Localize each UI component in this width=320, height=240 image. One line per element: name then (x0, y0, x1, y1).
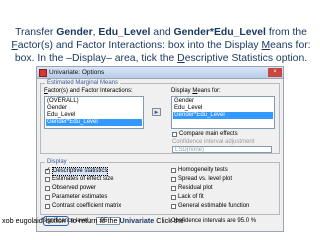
spss-app-icon (39, 68, 47, 77)
checkbox-box[interactable] (171, 177, 176, 182)
descriptive-statistics-checkbox[interactable]: Descriptive statistics (45, 167, 109, 176)
display-group-label: Display (45, 158, 69, 166)
factors-list[interactable]: (OVERALL) Gender Edu_Level Gender*Edu_Le… (44, 96, 144, 129)
homogeneity-tests-checkbox[interactable]: Homogeneity tests (171, 167, 228, 174)
parameter-estimates-checkbox[interactable]: Parameter estimates (45, 194, 107, 201)
checkbox-box[interactable] (171, 195, 176, 200)
gender-term: Gender (56, 27, 93, 38)
confidence-adjustment-label: Confidence interval adjustment (172, 139, 255, 145)
caption-text: xob eugolaid button to return to the Univ… (2, 216, 184, 226)
residual-plot-checkbox[interactable]: Residual plot (171, 185, 213, 192)
factors-label: Factor(s) and Factor Interactions: (44, 88, 133, 94)
move-right-arrow-button[interactable]: ► (152, 108, 161, 116)
lack-of-fit-checkbox[interactable]: Lack of fit (171, 194, 204, 201)
close-button[interactable]: × (268, 68, 282, 77)
dialog-titlebar: Univariate: Options × (37, 67, 283, 79)
spread-level-plot-checkbox[interactable]: Spread vs. level plot (171, 176, 232, 183)
estimated-marginal-means-group: Estimated Marginal Means Factor(s) and F… (40, 79, 280, 154)
display-means-item[interactable]: Edu_Level (173, 105, 273, 112)
estimated-marginal-means-label: Estimated Marginal Means (45, 79, 121, 87)
checkbox-box[interactable] (172, 132, 177, 137)
checkbox-box[interactable] (45, 186, 50, 191)
instruction-text: Transfer Gender, Edu_Level and Gender*Ed… (11, 27, 311, 64)
edu-level-term: Edu_Level (98, 27, 151, 38)
checkbox-box[interactable] (45, 204, 50, 209)
univariate-options-dialog: Univariate: Options × Estimated Marginal… (36, 66, 284, 232)
checkbox-box[interactable] (45, 177, 50, 182)
factor-item[interactable]: Edu_Level (46, 112, 142, 119)
checkbox-box[interactable] (171, 204, 176, 209)
checkbox-box[interactable] (45, 195, 50, 200)
observed-power-checkbox[interactable]: Observed power (45, 185, 96, 192)
contrast-coefficient-checkbox[interactable]: Contrast coefficient matrix (45, 203, 121, 210)
interaction-term: Gender*Edu_Level (173, 27, 266, 38)
display-means-item-selected[interactable]: Gender*Edu_Level (173, 112, 273, 119)
univariate-term: Univariate (119, 216, 155, 225)
continue-button-callout[interactable]: button (42, 216, 69, 226)
general-estimable-function-checkbox[interactable]: General estimable function (171, 203, 249, 210)
checkbox-box[interactable] (171, 168, 176, 173)
confidence-adjustment-select[interactable]: LSD(none) (172, 146, 272, 153)
checkbox-box[interactable] (171, 186, 176, 191)
display-means-item[interactable]: Gender (173, 98, 273, 105)
factor-item[interactable]: (OVERALL) (46, 98, 142, 105)
factor-item[interactable]: Gender (46, 105, 142, 112)
compare-main-effects-checkbox[interactable]: Compare main effects (172, 131, 238, 138)
effect-size-checkbox[interactable]: Estimates of effect size (45, 176, 114, 183)
display-means-label: Display Means for: (171, 88, 221, 94)
factor-item-selected[interactable]: Gender*Edu_Level (46, 119, 142, 126)
dialog-title: Univariate: Options (49, 69, 105, 76)
checkbox-box[interactable] (45, 167, 51, 174)
display-group: Display Descriptive statistics Estimates… (40, 158, 280, 215)
display-means-list[interactable]: Gender Edu_Level Gender*Edu_Level (171, 96, 275, 129)
